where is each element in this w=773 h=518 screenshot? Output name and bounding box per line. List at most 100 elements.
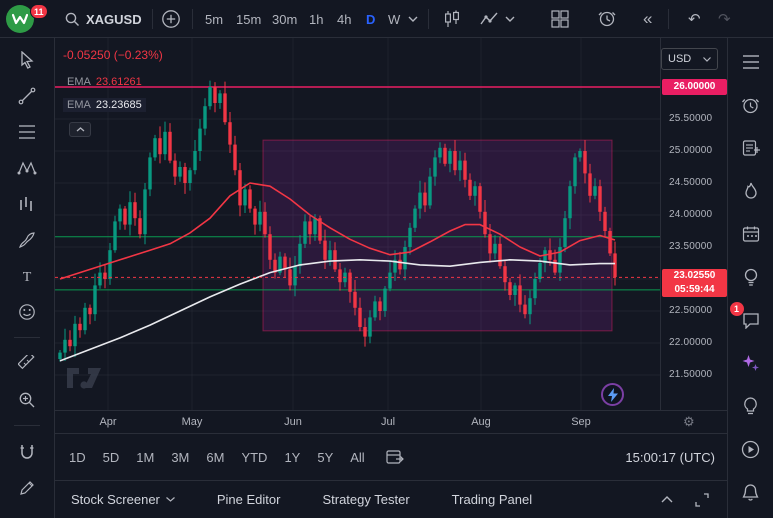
- timeframe-15m[interactable]: 15m: [236, 0, 261, 38]
- chart-region: -0.05250 (−0.23%) EMA23.61261 EMA 23.2368…: [55, 38, 727, 518]
- range-3m[interactable]: 3M: [171, 450, 189, 465]
- emoji-icon[interactable]: [16, 301, 38, 322]
- news-list-icon[interactable]: [738, 136, 764, 160]
- top-toolbar: 11 XAGUSD 5m 15m 30m 1h 4h D W: [0, 0, 773, 38]
- divider: [152, 9, 153, 29]
- chevron-down-icon: [166, 497, 175, 502]
- tab-stock-screener[interactable]: Stock Screener: [71, 492, 175, 507]
- time-axis-month-label: Jul: [371, 416, 405, 428]
- range-all[interactable]: All: [350, 450, 364, 465]
- range-6m[interactable]: 6M: [206, 450, 224, 465]
- timeframe-1w[interactable]: W: [388, 0, 400, 38]
- ai-sparkle-icon[interactable]: [738, 351, 764, 375]
- redo-icon[interactable]: ↷: [718, 0, 731, 38]
- cursor-icon[interactable]: [16, 49, 38, 70]
- tab-strategy-tester[interactable]: Strategy Tester: [322, 492, 409, 507]
- undo-icon[interactable]: ↶: [688, 0, 701, 38]
- range-ytd[interactable]: YTD: [241, 450, 267, 465]
- divider: [428, 9, 429, 29]
- timeframe-1d[interactable]: D: [366, 0, 375, 38]
- price-axis[interactable]: 25.5000025.0000024.5000024.0000023.50000…: [660, 38, 727, 433]
- range-1d[interactable]: 1D: [69, 450, 86, 465]
- hotlists-flame-icon[interactable]: [738, 179, 764, 203]
- logo-mark-icon: [12, 13, 28, 25]
- currency-value: USD: [668, 53, 691, 65]
- go-to-date-icon[interactable]: [386, 449, 404, 465]
- tab-trading-panel[interactable]: Trading Panel: [452, 492, 532, 507]
- price-scale-label: 21.50000: [669, 369, 712, 380]
- xabcd-pattern-icon[interactable]: [16, 157, 38, 178]
- chart-style-candles-icon[interactable]: [443, 0, 461, 38]
- stock-screener-label: Stock Screener: [71, 492, 160, 507]
- ruler-measure-icon[interactable]: [16, 353, 38, 374]
- price-change-text: -0.05250 (−0.23%): [63, 48, 163, 62]
- time-axis-month-label: May: [175, 416, 209, 428]
- range-1m[interactable]: 1M: [136, 450, 154, 465]
- panel-expand-chevron-icon[interactable]: [661, 496, 673, 503]
- price-scale-label: 23.50000: [669, 241, 712, 252]
- trend-line-icon[interactable]: [16, 85, 38, 106]
- currency-select[interactable]: USD: [661, 48, 718, 70]
- time-axis-month-label: Apr: [91, 416, 125, 428]
- price-scale-label: 22.50000: [669, 305, 712, 316]
- chart-legend: -0.05250 (−0.23%) EMA23.61261 EMA 23.2368…: [63, 48, 163, 118]
- ema-fast-legend[interactable]: EMA23.61261: [63, 75, 146, 89]
- calendar-icon[interactable]: [738, 222, 764, 246]
- edit-pencil-icon[interactable]: [16, 477, 38, 498]
- timeframe-menu-chevron-icon[interactable]: [408, 0, 418, 38]
- ema-slow-label: EMA: [67, 99, 91, 111]
- divider: [192, 9, 193, 29]
- alert-price-badge[interactable]: 26.00000: [662, 79, 727, 95]
- text-tool-icon[interactable]: T: [16, 265, 38, 286]
- range-5d[interactable]: 5D: [103, 450, 120, 465]
- ema-slow-value: 23.23685: [96, 99, 142, 111]
- tab-pine-editor[interactable]: Pine Editor: [217, 492, 281, 507]
- indicators-chevron-icon[interactable]: [505, 0, 515, 38]
- right-sidebar: 1: [727, 38, 773, 518]
- server-clock[interactable]: 15:00:17 (UTC): [625, 450, 715, 465]
- notification-count-badge: 11: [30, 4, 48, 19]
- notifications-bell-icon[interactable]: [738, 480, 764, 504]
- flash-replay-button[interactable]: [601, 383, 624, 406]
- magnet-icon[interactable]: [16, 441, 38, 462]
- zoom-in-icon[interactable]: [16, 389, 38, 410]
- last-price-value: 23.02550: [662, 269, 727, 283]
- panel-maximize-icon[interactable]: [695, 493, 709, 507]
- timeframe-5m[interactable]: 5m: [205, 0, 223, 38]
- collapse-legend-button[interactable]: [69, 122, 91, 137]
- ema-fast-value: 23.61261: [96, 76, 142, 88]
- fib-retracement-icon[interactable]: [16, 121, 38, 142]
- drawing-toolbar: T: [0, 38, 55, 518]
- compare-add-button[interactable]: [161, 0, 181, 38]
- time-axis-month-label: Sep: [564, 416, 598, 428]
- hint-lightbulb-icon[interactable]: [738, 394, 764, 418]
- alerts-clock-icon[interactable]: [738, 93, 764, 117]
- tradingview-watermark: [67, 368, 103, 392]
- bar-replay-icon[interactable]: «: [643, 0, 652, 38]
- timeframe-4h[interactable]: 4h: [337, 0, 351, 38]
- watchlist-icon[interactable]: [738, 50, 764, 74]
- bottom-panel-bar: Stock Screener Pine Editor Strategy Test…: [55, 480, 727, 518]
- ideas-bulb-icon[interactable]: [738, 265, 764, 289]
- indicators-icon[interactable]: [480, 0, 499, 38]
- layout-grid-icon[interactable]: [551, 0, 569, 38]
- range-1y[interactable]: 1Y: [284, 450, 300, 465]
- brush-icon[interactable]: [16, 229, 38, 250]
- chat-icon[interactable]: 1: [738, 308, 764, 332]
- create-alert-icon[interactable]: [598, 0, 618, 38]
- chart-settings-gear-icon[interactable]: ⚙: [683, 414, 695, 430]
- ema-slow-legend[interactable]: EMA 23.23685: [63, 98, 146, 112]
- range-5y[interactable]: 5Y: [317, 450, 333, 465]
- timeframe-1h[interactable]: 1h: [309, 0, 323, 38]
- search-icon[interactable]: [64, 0, 80, 38]
- app-logo[interactable]: 11: [6, 5, 34, 33]
- chevron-down-icon: [703, 57, 711, 62]
- time-axis-month-label: Jun: [276, 416, 310, 428]
- symbol-name[interactable]: XAGUSD: [86, 0, 142, 38]
- prediction-bars-icon[interactable]: [16, 193, 38, 214]
- time-axis[interactable]: ⚙ AprMayJunJulAugSep: [55, 410, 727, 433]
- timeframe-30m[interactable]: 30m: [272, 0, 297, 38]
- trading-app: 11 XAGUSD 5m 15m 30m 1h 4h D W: [0, 0, 773, 518]
- price-scale-label: 24.00000: [669, 209, 712, 220]
- streams-play-icon[interactable]: [738, 437, 764, 461]
